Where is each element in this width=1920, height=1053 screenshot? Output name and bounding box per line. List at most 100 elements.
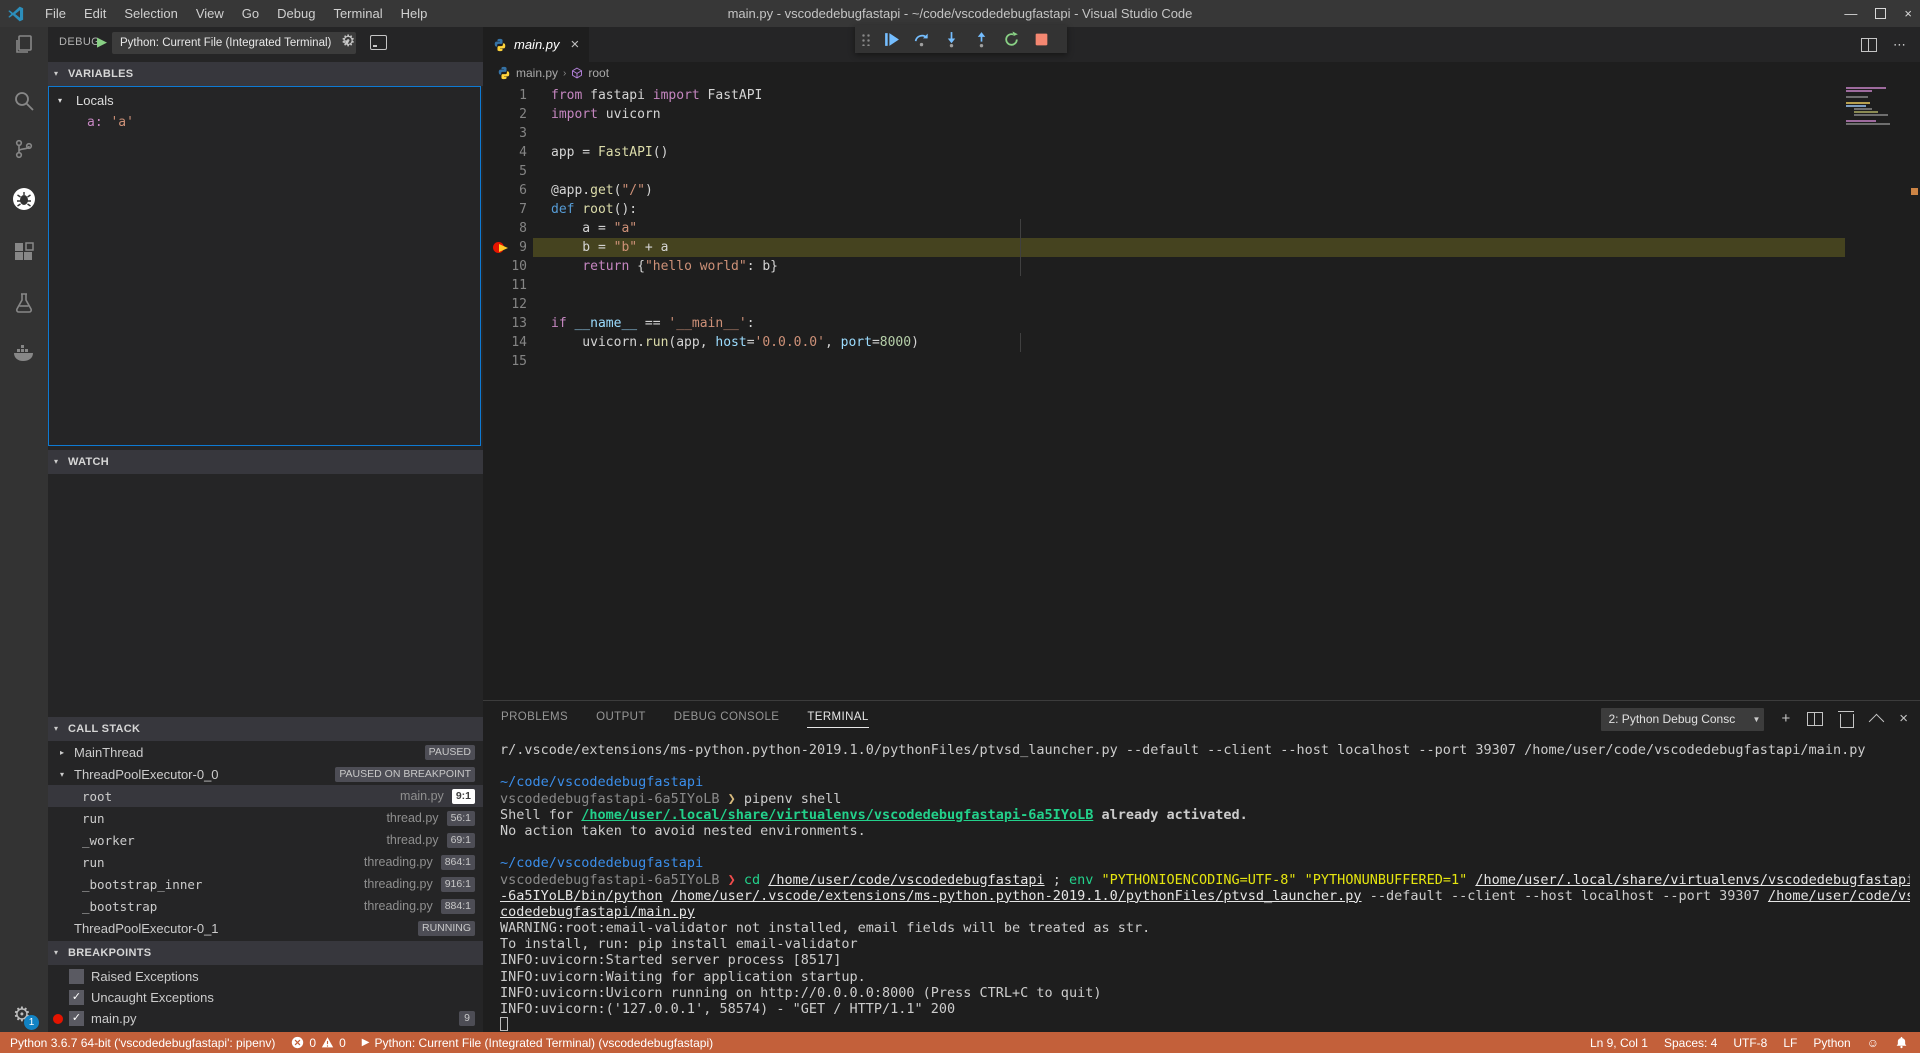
step-into-button[interactable] (939, 27, 963, 51)
search-icon[interactable] (12, 89, 36, 113)
breadcrumb-file[interactable]: main.py (516, 66, 558, 80)
kill-terminal-icon[interactable] (1840, 714, 1854, 728)
terminal-text: INFO:uvicorn:Waiting for application sta… (500, 969, 866, 985)
breadcrumb[interactable]: main.py › root (483, 62, 1920, 84)
symbol-method-icon (571, 67, 583, 79)
cursor-position-status[interactable]: Ln 9, Col 1 (1590, 1036, 1648, 1050)
menu-item[interactable]: Go (233, 0, 268, 27)
breakpoint-row[interactable]: ✓ main.py 9 (48, 1008, 483, 1029)
tab-main-py[interactable]: main.py × (483, 27, 589, 62)
callstack-row[interactable]: run threading.py 864:1 (48, 851, 483, 873)
callstack-row[interactable]: _bootstrap_inner threading.py 916:1 (48, 873, 483, 895)
code-token: (): (614, 202, 637, 217)
docker-icon[interactable] (12, 341, 36, 365)
maximize-panel-icon[interactable] (1869, 713, 1885, 729)
callstack-row[interactable]: run thread.py 56:1 (48, 807, 483, 829)
code-token: port (841, 335, 872, 350)
scope-locals[interactable]: ▾ Locals (49, 90, 480, 112)
eol-status[interactable]: LF (1783, 1036, 1797, 1050)
line-number: 11 (483, 276, 527, 295)
code-token: = (747, 335, 755, 350)
code-line: 3 (483, 124, 1920, 143)
code-token: FastAPI (700, 88, 763, 103)
breakpoints-section-header[interactable]: ▾ BREAKPOINTS (48, 941, 483, 965)
panel-tab[interactable]: OUTPUT (596, 711, 646, 728)
breadcrumb-symbol[interactable]: root (588, 66, 609, 80)
continue-button[interactable] (879, 27, 903, 51)
open-debug-console-icon[interactable] (370, 35, 387, 50)
code-area[interactable]: 1 from fastapi import FastAPI 2 import u… (483, 86, 1920, 371)
panel-tab[interactable]: DEBUG CONSOLE (674, 711, 780, 728)
encoding-status[interactable]: UTF-8 (1733, 1036, 1767, 1050)
new-terminal-icon[interactable]: + (1781, 701, 1790, 737)
menu-item[interactable]: Selection (115, 0, 186, 27)
variables-section-header[interactable]: ▾ VARIABLES (48, 62, 483, 86)
callstack-row[interactable]: root main.py 9:1 (48, 785, 483, 807)
split-terminal-icon[interactable] (1807, 712, 1823, 726)
breakpoint-checkbox[interactable]: ✓ (69, 1011, 84, 1026)
step-over-button[interactable] (909, 27, 933, 51)
code-line: 10 return {"hello world": b} (483, 257, 1920, 276)
stop-button[interactable] (1029, 27, 1053, 51)
source-control-icon[interactable] (12, 137, 36, 161)
breakpoint-checkbox[interactable] (69, 969, 84, 984)
menu-item[interactable]: Debug (268, 0, 324, 27)
breakpoint-row[interactable]: Raised Exceptions (48, 966, 483, 987)
restart-button[interactable] (999, 27, 1023, 51)
debug-config-dropdown[interactable]: Python: Current File (Integrated Termina… (112, 32, 356, 54)
terminal-selector-dropdown[interactable]: 2: Python Debug Consc ▼ (1601, 708, 1764, 731)
terminal-line: codedebugfastapi/main.py (500, 904, 1910, 920)
menu-item[interactable]: View (187, 0, 233, 27)
debug-toolbar (855, 25, 1067, 53)
test-explorer-icon[interactable] (12, 291, 36, 315)
code-token: '__main__' (668, 316, 746, 331)
extensions-icon[interactable] (12, 241, 36, 265)
breakpoints-list: Raised Exceptions ✓ Uncaught Exceptions … (48, 966, 483, 1029)
close-panel-icon[interactable]: × (1899, 701, 1908, 737)
callstack-row[interactable]: _worker thread.py 69:1 (48, 829, 483, 851)
language-mode-status[interactable]: Python (1813, 1036, 1850, 1050)
explorer-icon[interactable] (12, 33, 36, 57)
tab-close-icon[interactable]: × (571, 36, 580, 53)
menu-item[interactable]: Terminal (324, 0, 391, 27)
terminal-text: codedebugfastapi/main.py (500, 904, 695, 920)
split-editor-icon[interactable] (1861, 38, 1877, 52)
terminal-text: No action taken to avoid nested environm… (500, 823, 866, 839)
callstack-row[interactable]: ▸ MainThread PAUSED (48, 741, 483, 763)
close-button[interactable]: × (1904, 0, 1912, 27)
python-interpreter-status[interactable]: Python 3.6.7 64-bit ('vscodedebugfastapi… (10, 1036, 275, 1050)
menu-item[interactable]: File (36, 0, 75, 27)
menu-item[interactable]: Edit (75, 0, 115, 27)
minimize-button[interactable]: — (1844, 0, 1857, 27)
panel-tab[interactable]: TERMINAL (807, 711, 868, 728)
terminal-text: To install, run: pip install email-valid… (500, 936, 858, 952)
debug-icon[interactable] (12, 187, 36, 211)
callstack-section-header[interactable]: ▾ CALL STACK (48, 717, 483, 741)
drag-handle-icon[interactable] (861, 32, 871, 46)
frame-label: _bootstrap_inner (82, 877, 202, 892)
configure-gear-icon[interactable]: ⚙ (341, 31, 355, 51)
variable-row[interactable]: a: 'a' (49, 112, 480, 133)
terminal-text: vscodedebugfastapi-6a5IYoLB (500, 791, 728, 807)
feedback-smiley-icon[interactable]: ☺ (1867, 1036, 1879, 1050)
callstack-row[interactable]: ▾ ThreadPoolExecutor-0_0 PAUSED ON BREAK… (48, 763, 483, 785)
breakpoint-row[interactable]: ✓ Uncaught Exceptions (48, 987, 483, 1008)
problems-status[interactable]: 0 0 (291, 1036, 345, 1050)
minimap[interactable] (1846, 87, 1906, 135)
terminal-output[interactable]: r/.vscode/extensions/ms-python.python-20… (500, 742, 1910, 1032)
menu-item[interactable]: Help (392, 0, 437, 27)
breakpoint-checkbox[interactable]: ✓ (69, 990, 84, 1005)
more-actions-icon[interactable]: ⋯ (1893, 37, 1906, 53)
frame-label: _worker (82, 833, 135, 848)
debug-session-status[interactable]: ▶ Python: Current File (Integrated Termi… (362, 1036, 713, 1050)
panel-tab[interactable]: PROBLEMS (501, 711, 568, 728)
start-debug-icon[interactable]: ▶ (97, 34, 107, 50)
restore-button[interactable] (1875, 8, 1886, 19)
step-out-button[interactable] (969, 27, 993, 51)
frame-file: main.py (400, 789, 444, 803)
callstack-row[interactable]: _bootstrap threading.py 884:1 (48, 895, 483, 917)
notifications-bell-icon[interactable] (1895, 1036, 1908, 1049)
indentation-status[interactable]: Spaces: 4 (1664, 1036, 1717, 1050)
callstack-row[interactable]: ThreadPoolExecutor-0_1 RUNNING (48, 917, 483, 939)
watch-section-header[interactable]: ▾ WATCH (48, 450, 483, 474)
